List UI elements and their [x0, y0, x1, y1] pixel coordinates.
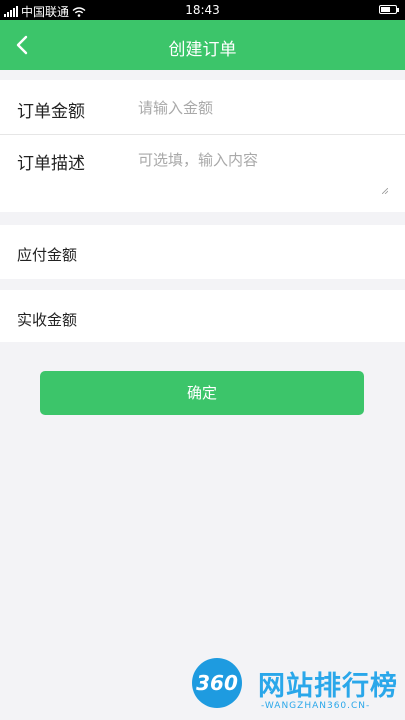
resize-handle-icon[interactable]: [382, 188, 388, 194]
payable-row: 应付金额: [0, 225, 405, 279]
status-time: 18:43: [185, 3, 220, 17]
description-input[interactable]: [138, 149, 388, 197]
amount-label: 订单金额: [17, 102, 85, 122]
watermark-logo: 360: [192, 658, 242, 708]
watermark-subtext: -WANGZHAN360.CN-: [261, 701, 371, 711]
description-label: 订单描述: [17, 154, 85, 174]
divider: [0, 134, 405, 135]
watermark: 360 网站排行榜 -WANGZHAN360.CN-: [192, 658, 402, 718]
amount-input[interactable]: [138, 97, 388, 119]
received-label: 实收金额: [17, 311, 78, 329]
order-form: 订单金额 订单描述: [0, 80, 405, 212]
payable-label: 应付金额: [17, 246, 78, 264]
status-bar: 中国联通 18:43: [0, 0, 405, 20]
confirm-button[interactable]: 确定: [40, 371, 364, 415]
watermark-text: 网站排行榜: [258, 671, 398, 702]
battery-fill: [381, 7, 390, 12]
battery-icon: [379, 5, 399, 14]
app-bar: 创建订单: [0, 20, 405, 70]
page-title: 创建订单: [168, 40, 237, 60]
received-row: 实收金额: [0, 290, 405, 342]
